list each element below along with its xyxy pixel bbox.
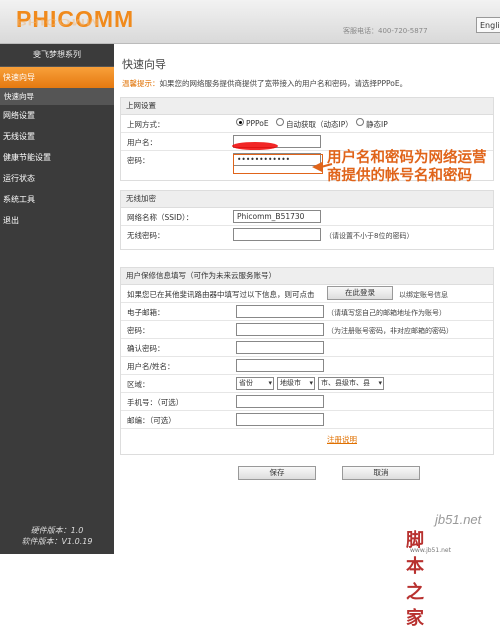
sidebar-item-logout[interactable]: 退出	[0, 210, 114, 231]
section-header: 用户保修信息填写（可作为未来云服务账号）	[121, 268, 493, 285]
register-link[interactable]: 注册说明	[327, 434, 357, 445]
zipcode-label: 邮编：（可选）	[127, 416, 176, 425]
email-hint: （请填写您自己的邮箱地址作为账号）	[327, 309, 446, 317]
software-version: 软件版本：V1.0.19	[21, 537, 93, 546]
page-title: 快速向导	[122, 58, 166, 71]
login-row: 如果您已在其他斐讯路由器中填写过以下信息，则可点击 在此登录 以绑定账号信息	[121, 285, 493, 303]
save-button[interactable]: 保存	[238, 466, 316, 480]
watermark-domain: jb51.net	[435, 512, 482, 527]
login-suffix: 以绑定账号信息	[399, 291, 448, 299]
phone-label: 手机号：（可选）	[127, 398, 184, 407]
phone-row: 手机号：（可选）	[121, 393, 493, 411]
wireless-password-input[interactable]	[233, 228, 321, 241]
ssid-input[interactable]: Phicomm_B51730	[233, 210, 321, 223]
wireless-password-hint: （请设置不小于8位的密码）	[325, 232, 414, 240]
username-label: 用户名：	[127, 138, 157, 147]
confirm-row: 确认密码：	[121, 339, 493, 357]
language-button[interactable]: English	[476, 17, 500, 33]
section-header: 上网设置	[121, 98, 493, 115]
region-label: 区域：	[127, 380, 150, 389]
name-row: 用户名/姓名：	[121, 357, 493, 375]
zipcode-input[interactable]	[236, 413, 324, 426]
hardware-version: 硬件版本：1.0	[30, 526, 84, 535]
sidebar-title: 斐飞梦想系列	[0, 44, 114, 67]
province-select[interactable]: 省份	[236, 377, 274, 390]
sidebar-item-network[interactable]: 网络设置	[0, 105, 114, 126]
account-section: 用户保修信息填写（可作为未来云服务账号） 如果您已在其他斐讯路由器中填写过以下信…	[120, 267, 494, 455]
account-password-input[interactable]	[236, 323, 324, 336]
login-prompt: 如果您已在其他斐讯路由器中填写过以下信息，则可点击	[127, 290, 315, 299]
name-input[interactable]	[236, 359, 324, 372]
region-row: 区域： 省份 地级市 市、县级市、县	[121, 375, 493, 393]
sidebar-item-power-saving[interactable]: 健康节能设置	[0, 147, 114, 168]
sidebar-item-wireless[interactable]: 无线设置	[0, 126, 114, 147]
hotline-text: 客服电话：400-720-5877	[343, 27, 428, 35]
email-label: 电子邮箱：	[127, 308, 165, 317]
sidebar-item-status[interactable]: 运行状态	[0, 168, 114, 189]
sidebar-item-quick-guide[interactable]: 快速向导	[0, 67, 114, 88]
tip-label: 温馨提示：	[122, 79, 160, 88]
name-label: 用户名/姓名：	[127, 362, 175, 371]
mode-row: 上网方式： PPPoE 自动获取（动态IP） 静态IP	[121, 115, 493, 133]
dhcp-label: 自动获取（动态IP）	[286, 120, 353, 129]
watermark-brand: 脚本之家	[406, 530, 425, 629]
logo-reflection: PHICOMM	[16, 16, 101, 27]
email-row: 电子邮箱： （请填写您自己的邮箱地址作为账号）	[121, 303, 493, 321]
county-select[interactable]: 市、县级市、县	[318, 377, 384, 390]
static-ip-label: 静态IP	[366, 120, 388, 129]
wireless-password-row: 无线密码： （请设置不小于8位的密码）	[121, 226, 493, 243]
sidebar-subitem-quick-guide[interactable]: 快速向导	[0, 88, 114, 105]
zipcode-row: 邮编：（可选）	[121, 411, 493, 429]
account-password-row: 密码： （为注册账号密码，非对应邮箱的密码）	[121, 321, 493, 339]
mode-label: 上网方式：	[127, 120, 165, 129]
sidebar: 斐飞梦想系列 快速向导 快速向导 网络设置 无线设置 健康节能设置 运行状态 系…	[0, 44, 114, 554]
tip-text: 温馨提示：如果您的网络服务提供商提供了宽带接入的用户名和密码，请选择PPPoE。	[122, 78, 407, 89]
redaction-scribble	[232, 142, 278, 150]
dhcp-radio[interactable]	[276, 118, 284, 126]
ssid-row: 网络名称（SSID）： Phicomm_B51730	[121, 208, 493, 226]
login-button[interactable]: 在此登录	[327, 286, 393, 300]
pppoe-label: PPPoE	[246, 119, 269, 128]
confirm-password-input[interactable]	[236, 341, 324, 354]
city-select[interactable]: 地级市	[277, 377, 315, 390]
confirm-label: 确认密码：	[127, 344, 165, 353]
phone-input[interactable]	[236, 395, 324, 408]
password-label: 密码：	[127, 156, 150, 165]
annotation-callout: 用户名和密码为网络运营商提供的帐号名和密码	[327, 150, 487, 184]
pppoe-radio[interactable]	[236, 118, 244, 126]
wireless-password-label: 无线密码：	[127, 231, 165, 240]
sidebar-item-system-tools[interactable]: 系统工具	[0, 189, 114, 210]
watermark-url: www.jb51.net	[410, 547, 451, 554]
account-password-hint: （为注册账号密码，非对应邮箱的密码）	[327, 327, 453, 335]
cancel-button[interactable]: 取消	[342, 466, 420, 480]
static-ip-radio[interactable]	[356, 118, 364, 126]
main-content: 快速向导 温馨提示：如果您的网络服务提供商提供了宽带接入的用户名和密码，请选择P…	[114, 44, 500, 554]
account-password-label: 密码：	[127, 326, 150, 335]
ssid-label: 网络名称（SSID）：	[127, 213, 194, 222]
tip-body: 如果您的网络服务提供商提供了宽带接入的用户名和密码，请选择PPPoE。	[159, 79, 408, 88]
header: PHICOMM PHICOMM 客服电话：400-720-5877 Englis…	[0, 0, 500, 44]
email-input[interactable]	[236, 305, 324, 318]
